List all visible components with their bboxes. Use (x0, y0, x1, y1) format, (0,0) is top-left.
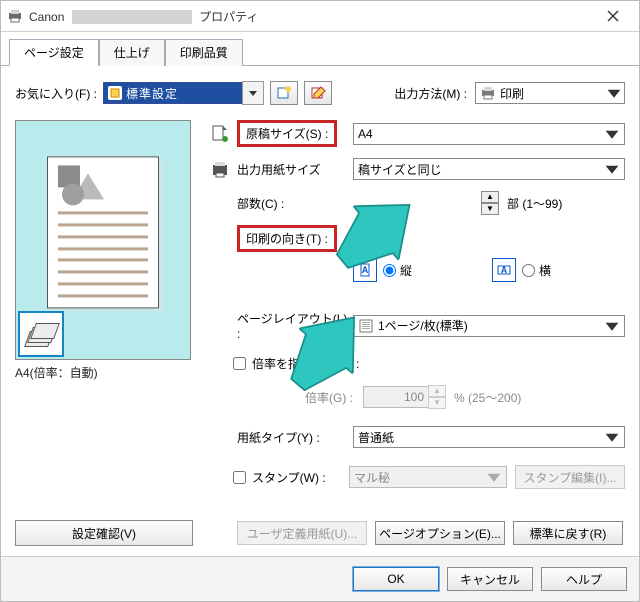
page-size-icon (207, 124, 233, 144)
paper-type-value: 普通紙 (358, 429, 604, 446)
orientation-landscape-label: 横 (539, 262, 551, 279)
stamp-combo: マル秘 (349, 466, 507, 488)
title-redacted (72, 10, 192, 24)
stamp-edit-button: スタンプ編集(I)... (515, 465, 625, 489)
specify-scale-checkbox[interactable] (233, 357, 246, 370)
output-size-value: 稿サイズと同じ (358, 161, 604, 178)
favorites-combo-value: 標準設定 (126, 85, 240, 102)
tab-page-setup[interactable]: ページ設定 (9, 39, 99, 66)
orientation-landscape-radio[interactable] (522, 264, 535, 277)
original-size-value: A4 (358, 127, 604, 141)
landscape-icon: A (492, 258, 516, 282)
output-method-value: 印刷 (500, 85, 606, 102)
scale-spinner: ▲▼ (363, 385, 446, 409)
scale-hint: % (25～200) (454, 389, 521, 406)
stamp-value: マル秘 (354, 469, 486, 486)
favorites-combo-arrow[interactable] (242, 81, 264, 105)
orientation-portrait-radio[interactable] (383, 264, 396, 277)
preview-caption: A4(倍率：自動) (15, 364, 191, 381)
titlebar: Canon プロパティ (1, 1, 639, 32)
orientation-portrait-label: 縦 (400, 262, 412, 279)
tab-strip: ページ設定 仕上げ 印刷品質 (1, 32, 639, 66)
orientation-portrait[interactable]: A 縦 (353, 258, 412, 282)
specify-scale-row[interactable]: 倍率を指定する(N) : (233, 355, 359, 372)
scale-input (363, 386, 429, 408)
chevron-down-icon (604, 161, 620, 177)
copies-spinner-arrows[interactable]: ▲▼ (482, 191, 499, 215)
dialog-footer: OK キャンセル ヘルプ (1, 556, 639, 601)
favorites-output-row: お気に入り(F) : 標準設定 出力方法(M) : (15, 80, 625, 106)
copies-label: 部数(C) : (233, 195, 353, 212)
printer-icon (7, 8, 23, 24)
chevron-down-icon (604, 318, 620, 334)
cancel-button[interactable]: キャンセル (447, 567, 533, 591)
title-suffix: プロパティ (199, 10, 258, 24)
preview-graphic-icon (58, 165, 100, 205)
paper-type-label: 用紙タイプ(Y) : (233, 429, 353, 446)
dialog-body: お気に入り(F) : 標準設定 出力方法(M) : (1, 66, 639, 556)
scale-label: 倍率(G) : (233, 389, 363, 406)
output-method-combo[interactable]: 印刷 (475, 82, 625, 104)
title-vendor: Canon (29, 10, 64, 24)
original-size-label: 原稿サイズ(S) : (237, 120, 337, 147)
favorites-add-button[interactable] (270, 81, 298, 105)
chevron-down-icon (604, 429, 620, 445)
favorites-combo-icon (108, 86, 122, 100)
layout-label: ページレイアウト(L) : (233, 310, 353, 341)
stamp-label: スタンプ(W) : (252, 469, 326, 486)
chevron-down-icon (486, 469, 502, 485)
chevron-down-icon (604, 126, 620, 142)
favorites-combo[interactable]: 標準設定 (103, 82, 243, 104)
chevron-down-icon (606, 85, 622, 101)
spin-down-icon: ▼ (428, 397, 446, 409)
output-size-combo[interactable]: 稿サイズと同じ (353, 158, 625, 180)
specify-scale-label: 倍率を指定する(N) : (252, 355, 359, 372)
output-size-icon (207, 159, 233, 179)
copies-hint: 部 (1～99) (507, 195, 562, 212)
help-button[interactable]: ヘルプ (541, 567, 627, 591)
stamp-checkbox[interactable] (233, 471, 246, 484)
portrait-icon: A (353, 258, 377, 282)
settings-confirm-button[interactable]: 設定確認(V) (15, 520, 193, 546)
spin-up-icon[interactable]: ▲ (481, 191, 499, 203)
page-options-button[interactable]: ページオプション(E)... (375, 521, 505, 545)
page-preview (15, 120, 191, 360)
ok-button[interactable]: OK (353, 567, 439, 591)
favorites-edit-button[interactable] (304, 81, 332, 105)
output-size-label: 出力用紙サイズ (233, 161, 353, 178)
layout-value: 1ページ/枚(標準) (378, 317, 604, 334)
output-method-label: 出力方法(M) : (394, 85, 467, 102)
page-stack-thumb[interactable] (18, 311, 64, 357)
orientation-label: 印刷の向き(T) : (237, 225, 337, 252)
svg-text:A: A (501, 265, 508, 275)
layout-combo[interactable]: 1ページ/枚(標準) (353, 315, 625, 337)
spin-up-icon: ▲ (428, 385, 446, 397)
original-size-combo[interactable]: A4 (353, 123, 625, 145)
tab-finishing[interactable]: 仕上げ (99, 39, 165, 66)
printer-small-icon (480, 85, 496, 101)
svg-text:A: A (362, 265, 369, 275)
spin-down-icon[interactable]: ▼ (481, 203, 499, 215)
layout-icon (358, 318, 374, 334)
window-title: Canon プロパティ (29, 8, 593, 25)
printer-properties-dialog: Canon プロパティ ページ設定 仕上げ 印刷品質 お気に入り(F) : 標準… (0, 0, 640, 602)
paper-type-combo[interactable]: 普通紙 (353, 426, 625, 448)
close-button[interactable] (593, 2, 633, 30)
stamp-row[interactable]: スタンプ(W) : (233, 469, 349, 486)
page-preview-sheet (47, 156, 159, 308)
favorites-label: お気に入り(F) : (15, 85, 103, 102)
user-paper-button: ユーザ定義用紙(U)... (237, 521, 367, 545)
orientation-landscape[interactable]: A 横 (492, 258, 551, 282)
restore-defaults-button[interactable]: 標準に戻す(R) (513, 521, 623, 545)
tab-quality[interactable]: 印刷品質 (165, 39, 243, 66)
